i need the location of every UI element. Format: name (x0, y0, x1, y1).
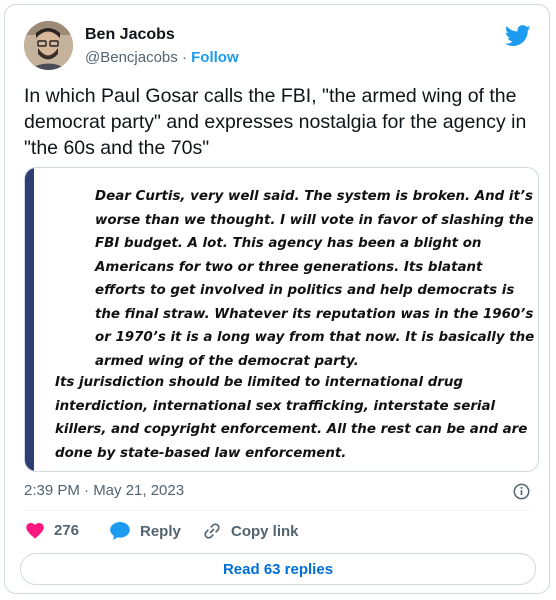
copy-link-label: Copy link (231, 522, 299, 540)
quoted-letter-image[interactable]: Dear Curtis, very well said. The system … (24, 167, 539, 472)
separator-dot: · (181, 49, 187, 66)
twitter-bird-icon[interactable] (505, 25, 531, 47)
letter-paragraph-2: Its jurisdiction should be limited to in… (55, 375, 528, 461)
reply-label: Reply (140, 522, 181, 540)
author-name[interactable]: Ben Jacobs (85, 26, 175, 44)
heart-icon (26, 522, 44, 539)
read-replies-button[interactable]: Read 63 replies (20, 553, 536, 585)
like-count: 276 (54, 522, 80, 539)
timestamp[interactable]: 2:39 PM · May 21, 2023 (24, 482, 184, 499)
info-icon[interactable] (513, 483, 530, 500)
reply-bubble-icon (110, 522, 130, 540)
avatar[interactable] (24, 21, 73, 70)
copy-link-button[interactable]: Copy link (203, 522, 299, 540)
like-button[interactable]: 276 (26, 522, 79, 539)
author-handle[interactable]: @Bencjacobs (85, 49, 178, 66)
letter-paragraph-1: Dear Curtis, very well said. The system … (95, 189, 535, 369)
quote-bar (25, 168, 34, 471)
follow-button[interactable]: Follow (191, 49, 239, 66)
link-icon (204, 523, 220, 539)
author-meta: @Bencjacobs · Follow (85, 49, 239, 66)
tweet-card: Ben Jacobs @Bencjacobs · Follow In which… (4, 4, 550, 594)
divider (24, 510, 530, 511)
reply-button[interactable]: Reply (110, 522, 181, 540)
tweet-text: In which Paul Gosar calls the FBI, "the … (24, 85, 527, 159)
